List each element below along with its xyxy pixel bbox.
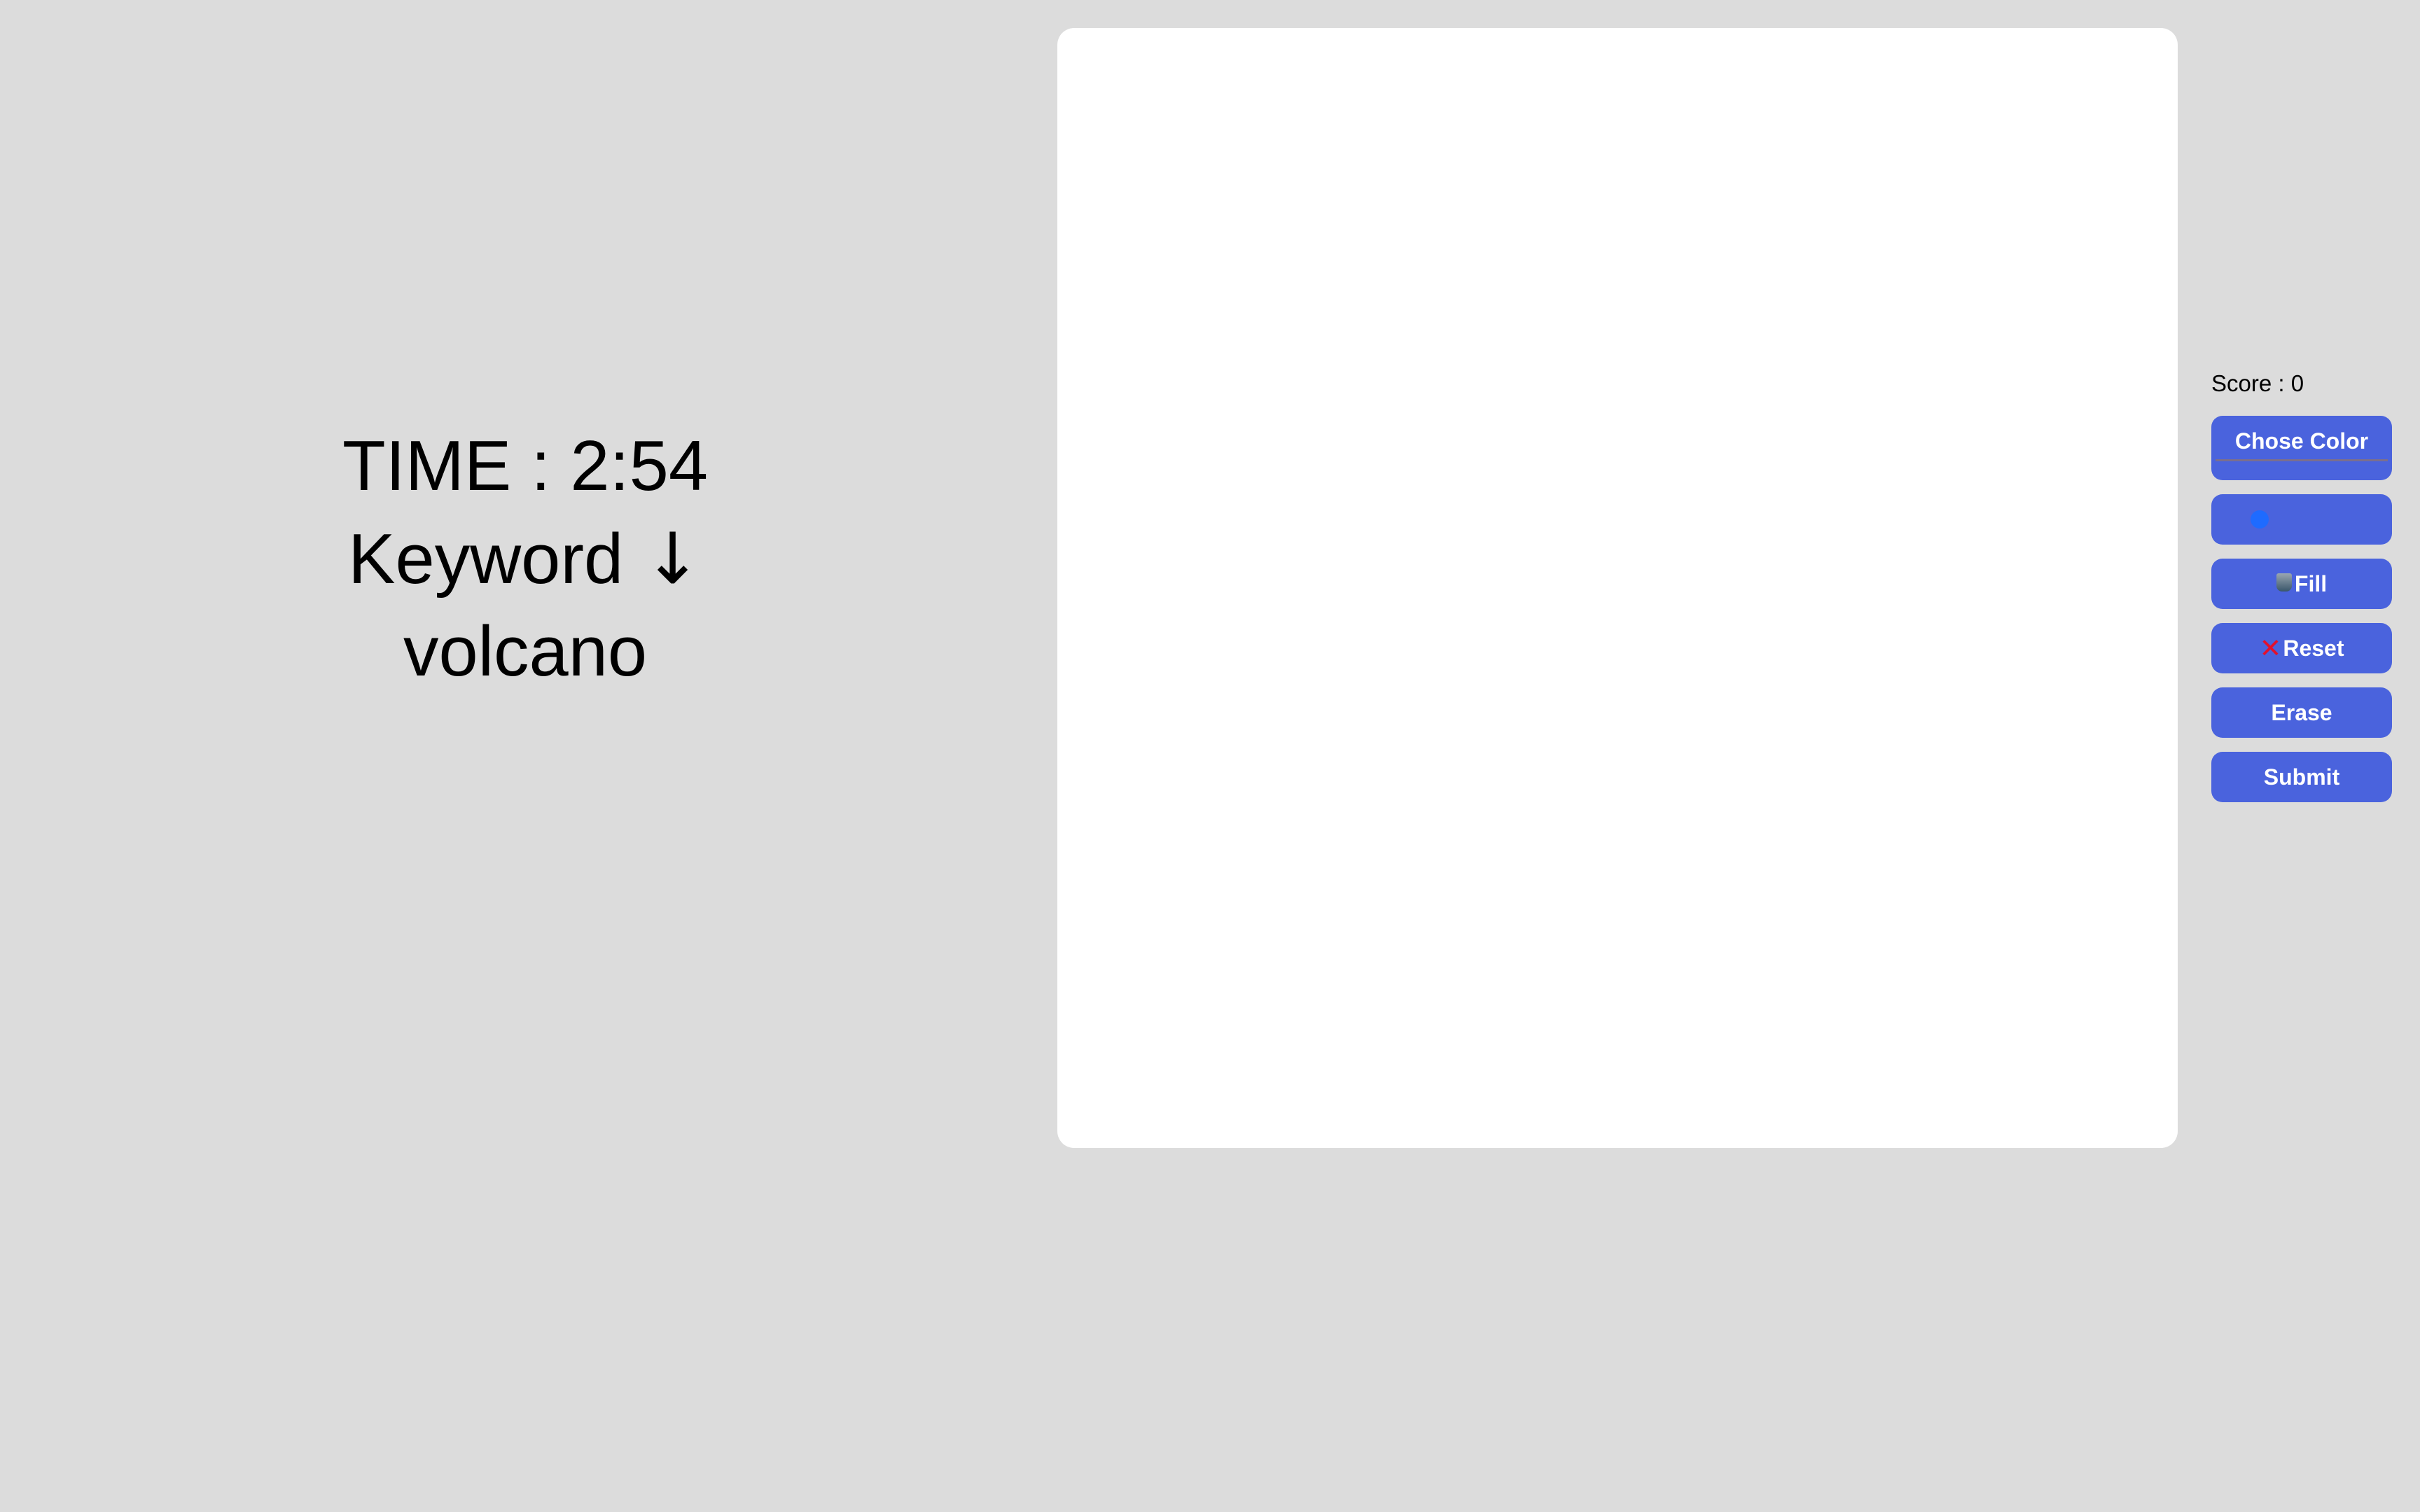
erase-label: Erase <box>2271 699 2332 725</box>
reset-button[interactable]: ✕ Reset <box>2211 623 2392 673</box>
submit-button[interactable]: Submit <box>2211 752 2392 802</box>
timer-text: TIME : 2:54 <box>342 427 708 505</box>
drawing-canvas[interactable] <box>1057 28 2178 1148</box>
game-info-panel: TIME : 2:54 Keyword ↓ volcano <box>0 420 1050 698</box>
cross-mark-icon: ✕ <box>2259 633 2282 664</box>
score-text: Score : 0 <box>2211 370 2304 396</box>
arrow-down-icon: ↓ <box>643 517 702 600</box>
choose-color-button[interactable]: Chose Color <box>2211 416 2392 480</box>
color-divider <box>2216 459 2388 461</box>
keyword-label: Keyword <box>348 520 624 598</box>
tool-sidebar: Score : 0 Chose Color Fill ✕ Reset Erase… <box>2211 364 2392 816</box>
reset-label: Reset <box>2283 635 2344 661</box>
submit-label: Submit <box>2263 764 2340 790</box>
fill-label: Fill <box>2294 570 2328 596</box>
color-picker-button[interactable] <box>2211 494 2392 545</box>
choose-color-label: Chose Color <box>2234 428 2369 454</box>
fill-button[interactable]: Fill <box>2211 559 2392 609</box>
color-swatch-icon <box>2251 510 2269 528</box>
keyword-value: volcano <box>403 612 648 691</box>
erase-button[interactable]: Erase <box>2211 687 2392 738</box>
paint-bucket-icon <box>2276 573 2292 592</box>
keyword-heading: Keyword ↓ <box>0 512 1050 606</box>
